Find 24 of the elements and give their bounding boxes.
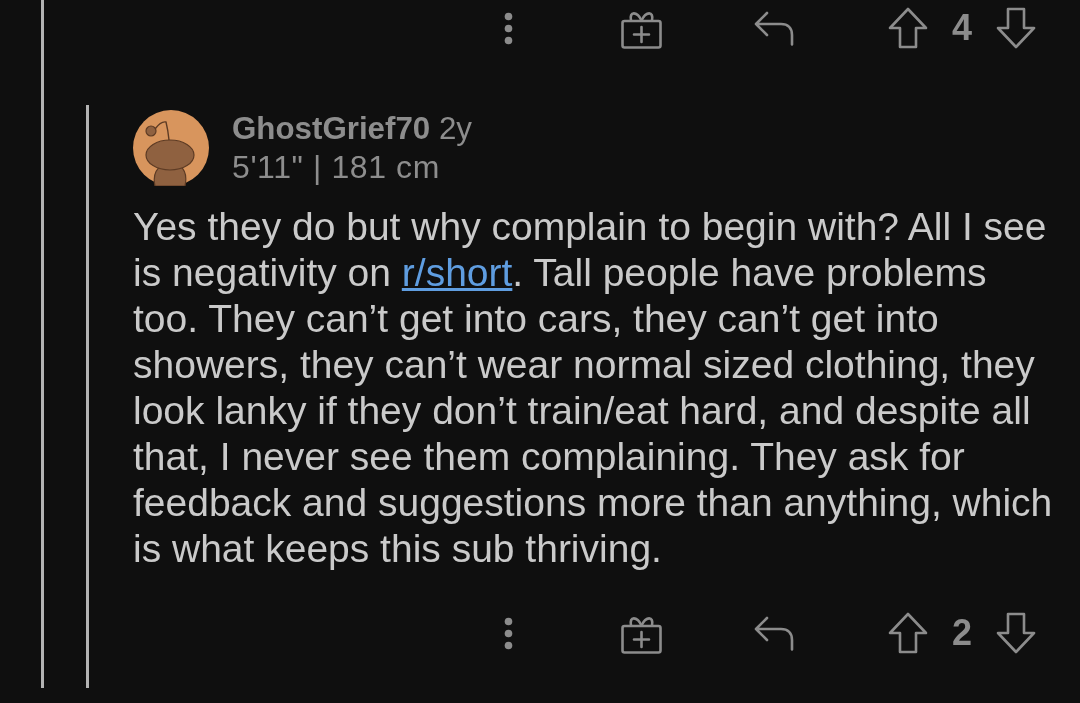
- down-arrow-icon: [996, 612, 1036, 654]
- downvote-button[interactable]: [996, 612, 1036, 654]
- upvote-button[interactable]: [887, 7, 928, 49]
- down-arrow-icon: [996, 7, 1036, 49]
- reply-arrow-icon: [753, 10, 794, 46]
- reply-arrow-icon: [753, 615, 794, 651]
- username[interactable]: GhostGrief70: [232, 111, 431, 146]
- vote-count: 2: [951, 615, 972, 651]
- upvote-button[interactable]: [887, 612, 928, 654]
- avatar-icon: [133, 110, 209, 186]
- vertical-dots-icon: [503, 616, 513, 650]
- reply-button[interactable]: [753, 615, 794, 651]
- more-button[interactable]: [503, 11, 513, 45]
- up-arrow-icon: [887, 7, 928, 49]
- up-arrow-icon: [887, 612, 928, 654]
- comment-body: Yes they do but why complain to begin with? All I see is negativity on r/short. Tall people have problems too. They can’t get into cars, they can’t get into showers, they can’t wear normal sized clothing, they look lanky if they don’t train/eat hard, and despite all that, I never see them complaining. They ask for feedback and suggestions more than anything, which is what keeps this sub thriving.: [133, 204, 1054, 572]
- comment-age: 2y: [438, 111, 473, 146]
- user-flair: 5'11" | 181 cm: [232, 148, 441, 186]
- subreddit-link[interactable]: r/short: [401, 251, 513, 294]
- vertical-dots-icon: [503, 11, 513, 45]
- more-button[interactable]: [503, 616, 513, 650]
- downvote-button[interactable]: [996, 7, 1036, 49]
- reply-button[interactable]: [753, 10, 794, 46]
- vote-count: 4: [951, 10, 972, 46]
